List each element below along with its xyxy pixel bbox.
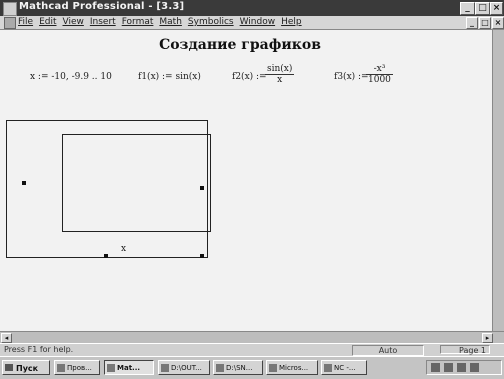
task-button-microsoft[interactable]: Micros... bbox=[266, 360, 318, 375]
status-calc-mode: Auto bbox=[352, 345, 424, 356]
doc-close-button[interactable]: × bbox=[492, 17, 504, 29]
menu-file[interactable]: File bbox=[18, 16, 33, 29]
window-title: Mathcad Professional - [3.3] bbox=[19, 1, 185, 12]
task-label: Mat... bbox=[117, 364, 141, 372]
keyboard-layout-icon[interactable] bbox=[431, 363, 440, 372]
task-button-dos-sn[interactable]: D:\SN... bbox=[213, 360, 263, 375]
menu-format[interactable]: Format bbox=[122, 16, 154, 29]
doc-restore-button[interactable]: □ bbox=[479, 17, 491, 29]
start-button[interactable]: Пуск bbox=[2, 360, 50, 375]
f1-definition[interactable]: f1(x) := sin(x) bbox=[138, 72, 201, 82]
taskbar: Пуск Пров... Mat... D:\OUT... D:\SN... M… bbox=[0, 356, 504, 379]
nc-icon bbox=[324, 364, 332, 372]
f2-fraction[interactable]: sin(x) x bbox=[265, 64, 295, 85]
f3-numerator: -x³ bbox=[366, 64, 393, 75]
windows-logo-icon bbox=[5, 364, 13, 371]
speaker-icon[interactable] bbox=[444, 363, 453, 372]
plot-resize-handle-bottom[interactable] bbox=[104, 254, 108, 258]
worksheet[interactable]: Создание графиков x := -10, -9.9 .. 10 f… bbox=[0, 30, 492, 331]
plot-x-placeholder[interactable]: x bbox=[121, 244, 126, 254]
plot-area[interactable] bbox=[62, 134, 211, 232]
scroll-left-button[interactable]: ◂ bbox=[1, 333, 12, 343]
range-definition[interactable]: x := -10, -9.9 .. 10 bbox=[30, 72, 112, 82]
task-label: D:\SN... bbox=[226, 364, 253, 372]
scroll-right-button[interactable]: ▸ bbox=[482, 333, 493, 343]
mathcad-app-icon[interactable] bbox=[3, 2, 17, 16]
menu-window[interactable]: Window bbox=[240, 16, 276, 29]
f2-numerator: sin(x) bbox=[265, 64, 295, 75]
task-label: Пров... bbox=[67, 364, 92, 372]
maximize-button[interactable]: □ bbox=[475, 2, 490, 15]
plot-y-placeholder[interactable] bbox=[22, 181, 26, 185]
menu-edit[interactable]: Edit bbox=[39, 16, 56, 29]
task-label: NC -... bbox=[334, 364, 356, 372]
menu-insert[interactable]: Insert bbox=[90, 16, 116, 29]
title-bar: Mathcad Professional - [3.3] _ □ × bbox=[0, 0, 504, 16]
f2-definition-lhs[interactable]: f2(x) := bbox=[232, 72, 267, 82]
close-button[interactable]: × bbox=[490, 2, 503, 15]
horizontal-scrollbar[interactable]: ◂ ▸ bbox=[0, 331, 504, 343]
network-icon[interactable] bbox=[457, 363, 466, 372]
f2-denominator: x bbox=[277, 75, 283, 85]
task-button-explorer[interactable]: Пров... bbox=[54, 360, 100, 375]
f3-fraction[interactable]: -x³ 1000 bbox=[366, 64, 393, 85]
vertical-scrollbar[interactable] bbox=[492, 30, 504, 331]
menu-view[interactable]: View bbox=[63, 16, 84, 29]
menu-math[interactable]: Math bbox=[159, 16, 182, 29]
doc-minimize-button[interactable]: _ bbox=[466, 17, 478, 29]
start-label: Пуск bbox=[16, 364, 39, 373]
minimize-button[interactable]: _ bbox=[460, 2, 475, 15]
task-label: D:\OUT... bbox=[171, 364, 202, 372]
status-bar: Press F1 for help. Auto Page 1 bbox=[0, 343, 504, 356]
task-label: Micros... bbox=[279, 364, 309, 372]
document-icon[interactable] bbox=[4, 17, 16, 29]
plot-resize-handle-right[interactable] bbox=[200, 186, 204, 190]
status-help-text: Press F1 for help. bbox=[4, 345, 74, 354]
menu-symbolics[interactable]: Symbolics bbox=[188, 16, 234, 29]
dos-icon bbox=[161, 364, 169, 372]
task-button-nc[interactable]: NC -... bbox=[321, 360, 367, 375]
task-button-dos-out[interactable]: D:\OUT... bbox=[158, 360, 210, 375]
system-tray bbox=[426, 360, 502, 375]
f3-definition-lhs[interactable]: f3(x) := bbox=[334, 72, 369, 82]
worksheet-heading[interactable]: Создание графиков bbox=[140, 37, 340, 53]
status-page: Page 1 bbox=[440, 345, 490, 355]
monitor-icon[interactable] bbox=[470, 363, 479, 372]
menu-bar: File Edit View Insert Format Math Symbol… bbox=[0, 16, 504, 30]
menu-help[interactable]: Help bbox=[281, 16, 302, 29]
mathcad-icon bbox=[107, 364, 115, 372]
dos-icon bbox=[216, 364, 224, 372]
plot-resize-handle-corner[interactable] bbox=[200, 254, 204, 258]
folder-icon bbox=[57, 364, 65, 372]
word-icon bbox=[269, 364, 277, 372]
task-button-mathcad[interactable]: Mat... bbox=[104, 360, 154, 375]
f3-denominator: 1000 bbox=[368, 75, 391, 85]
